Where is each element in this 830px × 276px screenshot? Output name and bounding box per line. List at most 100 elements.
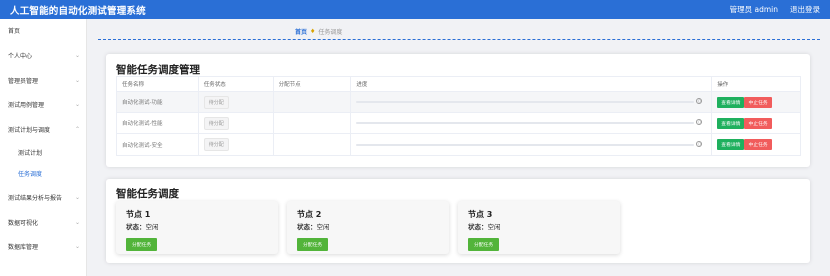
task-management-panel: 智能任务调度管理 任务名称 任务状态 分配节点 进度 操作 自动化测试-功能 待… bbox=[106, 54, 810, 167]
sidebar-item-label: 任务调度 bbox=[18, 170, 43, 178]
breadcrumb: 首页 ♦ 任务调度 bbox=[295, 27, 342, 36]
progress-status-icon: ○ bbox=[696, 140, 703, 147]
sidebar-item-label: 数据可视化 bbox=[8, 219, 39, 227]
sidebar-item-label: 个人中心 bbox=[8, 52, 33, 60]
stop-task-button[interactable]: 中止任务 bbox=[744, 139, 772, 150]
status-badge: 待分配 bbox=[203, 138, 229, 151]
assign-task-button[interactable]: 分配任务 bbox=[126, 238, 158, 251]
node-card: 节点 2 状态：空闲 分配任务 bbox=[287, 201, 449, 254]
task-name: 自动化测试-功能 bbox=[117, 92, 199, 112]
node-status-value: 空闲 bbox=[145, 223, 159, 231]
node-status-value: 空闲 bbox=[316, 223, 330, 231]
task-node bbox=[274, 113, 352, 133]
breadcrumb-separator-icon: ♦ bbox=[310, 28, 316, 35]
task-table: 任务名称 任务状态 分配节点 进度 操作 自动化测试-功能 待分配 ○ 查看详情… bbox=[116, 76, 801, 156]
chevron-down-icon: ⌄ bbox=[74, 242, 80, 250]
node-status-label: 状态： bbox=[126, 223, 146, 231]
progress-bar: ○ bbox=[356, 98, 703, 104]
stop-task-button[interactable]: 中止任务 bbox=[744, 96, 772, 108]
node-name: 节点 1 bbox=[126, 210, 151, 219]
sidebar-item-label: 测试结果分析与报告 bbox=[8, 194, 63, 202]
column-header: 任务状态 bbox=[199, 77, 274, 91]
table-header: 任务名称 任务状态 分配节点 进度 操作 bbox=[117, 77, 800, 92]
column-header: 任务名称 bbox=[117, 77, 199, 91]
breadcrumb-home[interactable]: 首页 bbox=[295, 27, 307, 36]
table-row: 自动化测试-安全 待分配 ○ 查看详情 中止任务 bbox=[117, 134, 800, 155]
task-node bbox=[274, 92, 352, 112]
chevron-down-icon: ⌄ bbox=[74, 218, 80, 226]
task-ops-cell: 查看详情 中止任务 bbox=[712, 113, 800, 133]
node-card: 节点 3 状态：空闲 分配任务 bbox=[458, 201, 620, 254]
column-header: 分配节点 bbox=[274, 77, 352, 91]
task-status-cell: 待分配 bbox=[199, 92, 274, 112]
sidebar-item-profile[interactable]: 个人中心 ⌄ bbox=[0, 48, 87, 62]
header-actions: 管理员 admin 退出登录 bbox=[730, 4, 820, 15]
sidebar: 首页 个人中心 ⌄ 管理员管理 ⌄ 测试用例管理 ⌄ 测试计划与调度 ⌃ 测试计… bbox=[0, 19, 87, 276]
task-progress-cell: ○ bbox=[351, 134, 713, 155]
node-status: 状态：空闲 bbox=[297, 221, 439, 231]
sidebar-item-label: 测试计划与调度 bbox=[8, 126, 51, 134]
progress-status-icon: ○ bbox=[696, 119, 703, 125]
view-details-button[interactable]: 查看详情 bbox=[717, 139, 745, 150]
task-name: 自动化测试-性能 bbox=[117, 113, 199, 133]
node-name: 节点 2 bbox=[297, 210, 322, 219]
node-status-label: 状态： bbox=[468, 223, 488, 231]
node-status: 状态：空闲 bbox=[126, 221, 268, 231]
sidebar-item-label: 数据库管理 bbox=[8, 243, 39, 251]
sidebar-item-database[interactable]: 数据库管理 ⌄ bbox=[0, 239, 87, 253]
sidebar-item-test-plan-schedule[interactable]: 测试计划与调度 ⌃ bbox=[0, 122, 87, 136]
chevron-down-icon: ⌄ bbox=[74, 100, 80, 108]
progress-bar: ○ bbox=[356, 119, 703, 125]
sidebar-item-home[interactable]: 首页 bbox=[0, 23, 87, 37]
task-ops-cell: 查看详情 中止任务 bbox=[712, 134, 800, 155]
task-name: 自动化测试-安全 bbox=[117, 134, 199, 155]
chevron-down-icon: ⌄ bbox=[74, 51, 80, 59]
table-row: 自动化测试-性能 待分配 ○ 查看详情 中止任务 bbox=[117, 113, 800, 134]
task-status-cell: 待分配 bbox=[199, 113, 274, 133]
node-status: 状态：空闲 bbox=[468, 221, 610, 231]
chevron-down-icon: ⌄ bbox=[74, 76, 80, 84]
progress-status-icon: ○ bbox=[696, 98, 703, 104]
node-schedule-panel: 智能任务调度 节点 1 状态：空闲 分配任务 节点 2 状态：空闲 分配任务 节… bbox=[106, 179, 810, 263]
task-status-cell: 待分配 bbox=[199, 134, 274, 155]
status-badge: 待分配 bbox=[203, 95, 229, 109]
column-header: 进度 bbox=[351, 77, 713, 91]
sidebar-item-test-plan[interactable]: 测试计划 bbox=[0, 145, 87, 159]
logout-link[interactable]: 退出登录 bbox=[790, 4, 820, 15]
sidebar-item-label: 测试计划 bbox=[18, 149, 43, 157]
breadcrumb-current: 任务调度 bbox=[318, 29, 343, 36]
chevron-down-icon: ⌄ bbox=[74, 193, 80, 201]
breadcrumb-divider bbox=[98, 39, 820, 40]
view-details-button[interactable]: 查看详情 bbox=[717, 117, 745, 129]
assign-task-button[interactable]: 分配任务 bbox=[297, 238, 329, 251]
assign-task-button[interactable]: 分配任务 bbox=[468, 238, 500, 251]
sidebar-item-test-cases[interactable]: 测试用例管理 ⌄ bbox=[0, 97, 87, 111]
sidebar-item-admin[interactable]: 管理员管理 ⌄ bbox=[0, 73, 87, 87]
panel-title: 智能任务调度管理 bbox=[116, 64, 200, 76]
task-node bbox=[274, 134, 352, 155]
node-card: 节点 1 状态：空闲 分配任务 bbox=[116, 201, 278, 254]
table-row: 自动化测试-功能 待分配 ○ 查看详情 中止任务 bbox=[117, 92, 800, 113]
top-header: 人工智能的自动化测试管理系统 管理员 admin 退出登录 bbox=[0, 0, 830, 19]
sidebar-item-task-schedule[interactable]: 任务调度 bbox=[0, 166, 87, 180]
sidebar-item-label: 首页 bbox=[8, 27, 21, 35]
view-details-button[interactable]: 查看详情 bbox=[717, 96, 745, 108]
task-ops-cell: 查看详情 中止任务 bbox=[712, 92, 800, 112]
stop-task-button[interactable]: 中止任务 bbox=[744, 117, 772, 129]
task-progress-cell: ○ bbox=[351, 92, 713, 112]
sidebar-item-label: 管理员管理 bbox=[8, 77, 39, 85]
chevron-up-icon: ⌃ bbox=[74, 125, 80, 133]
column-header: 操作 bbox=[717, 82, 729, 88]
sidebar-item-label: 测试用例管理 bbox=[8, 101, 45, 109]
status-badge: 待分配 bbox=[203, 116, 229, 130]
sidebar-item-visualization[interactable]: 数据可视化 ⌄ bbox=[0, 215, 87, 229]
user-name[interactable]: 管理员 admin bbox=[730, 4, 778, 15]
node-status-label: 状态： bbox=[297, 223, 317, 231]
task-progress-cell: ○ bbox=[351, 113, 713, 133]
panel-title: 智能任务调度 bbox=[116, 188, 179, 200]
sidebar-item-results-report[interactable]: 测试结果分析与报告 ⌄ bbox=[0, 190, 87, 204]
node-name: 节点 3 bbox=[468, 210, 493, 219]
node-status-value: 空闲 bbox=[487, 223, 501, 231]
app-title: 人工智能的自动化测试管理系统 bbox=[10, 5, 146, 17]
progress-bar: ○ bbox=[356, 140, 703, 147]
